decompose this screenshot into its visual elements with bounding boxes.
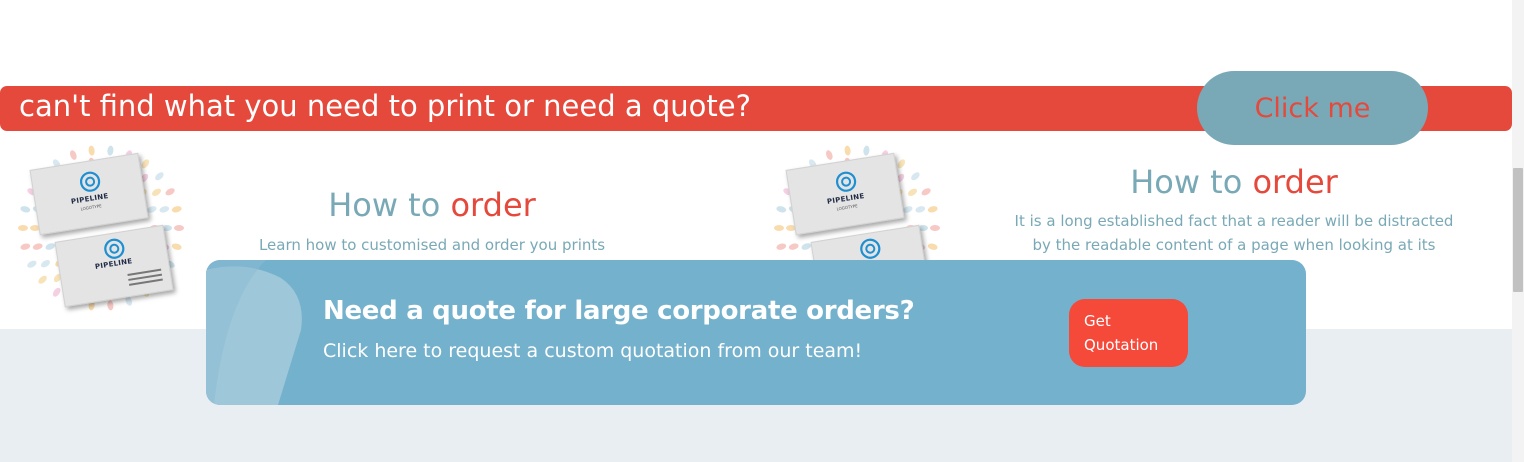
decor-dot — [171, 206, 182, 213]
decor-dot — [921, 188, 931, 196]
decor-dot — [27, 260, 37, 268]
decor-dot — [20, 243, 31, 250]
decor-dot — [107, 300, 114, 311]
decor-dot — [69, 150, 77, 160]
decor-dot — [107, 145, 114, 156]
circle-logo-icon — [79, 171, 101, 192]
banner-title: Need a quote for large corporate orders? — [323, 296, 915, 326]
decor-dot — [165, 188, 175, 196]
scrollbar-thumb[interactable] — [1513, 168, 1523, 292]
decor-dot — [151, 188, 162, 196]
decor-dot — [88, 145, 95, 156]
decor-dot — [141, 159, 150, 169]
decor-dot — [915, 206, 926, 213]
decor-dot — [907, 188, 918, 196]
decor-dot — [930, 225, 940, 231]
decor-dot — [897, 159, 906, 169]
get-quotation-button[interactable]: Get Quotation — [1069, 299, 1188, 367]
decor-dot — [159, 206, 170, 213]
how-to-order-desc-left: Learn how to customised and order you pr… — [258, 236, 606, 254]
decor-dot — [52, 287, 61, 297]
title-part2: order — [1252, 163, 1338, 201]
corporate-quote-banner[interactable]: Need a quote for large corporate orders?… — [206, 260, 1306, 405]
decor-dot — [927, 243, 938, 250]
decor-dot — [788, 243, 799, 250]
scrollbar-track[interactable] — [1512, 0, 1524, 462]
decor-dot — [863, 145, 870, 156]
decor-dot — [825, 150, 833, 160]
circle-logo-icon — [860, 238, 881, 259]
decor-dot — [20, 206, 31, 213]
decor-dot — [171, 243, 182, 250]
click-me-button[interactable]: Click me — [1197, 71, 1428, 145]
decor-dot — [911, 172, 920, 181]
how-to-order-title-right: How to order — [1034, 163, 1434, 201]
circle-logo-icon — [835, 171, 857, 192]
business-card-image-left: PIPELINE LOGOTYPE PIPELINE — [12, 143, 190, 313]
card-contact-lines — [127, 266, 163, 286]
title-part2: order — [450, 186, 536, 224]
decor-dot — [774, 225, 784, 231]
decor-dot — [38, 275, 47, 284]
banner-subtitle: Click here to request a custom quotation… — [323, 340, 863, 362]
title-part1: How to — [1130, 163, 1243, 201]
decor-dot — [174, 225, 184, 231]
quote-bar-text: can't find what you need to print or nee… — [19, 89, 751, 123]
decor-dot — [40, 260, 51, 268]
decor-dot — [776, 206, 787, 213]
banner-decor-shape — [206, 260, 302, 405]
decor-dot — [776, 243, 787, 250]
decor-dot — [927, 206, 938, 213]
page: PIPELINE LOGOTYPE PIPELINE PIPELINE LOGO… — [0, 0, 1524, 462]
decor-dot — [18, 225, 28, 231]
title-part1: How to — [328, 186, 441, 224]
decor-dot — [32, 243, 43, 250]
decor-dot — [844, 145, 851, 156]
how-to-order-title-left: How to order — [232, 186, 632, 224]
decor-dot — [155, 172, 164, 181]
